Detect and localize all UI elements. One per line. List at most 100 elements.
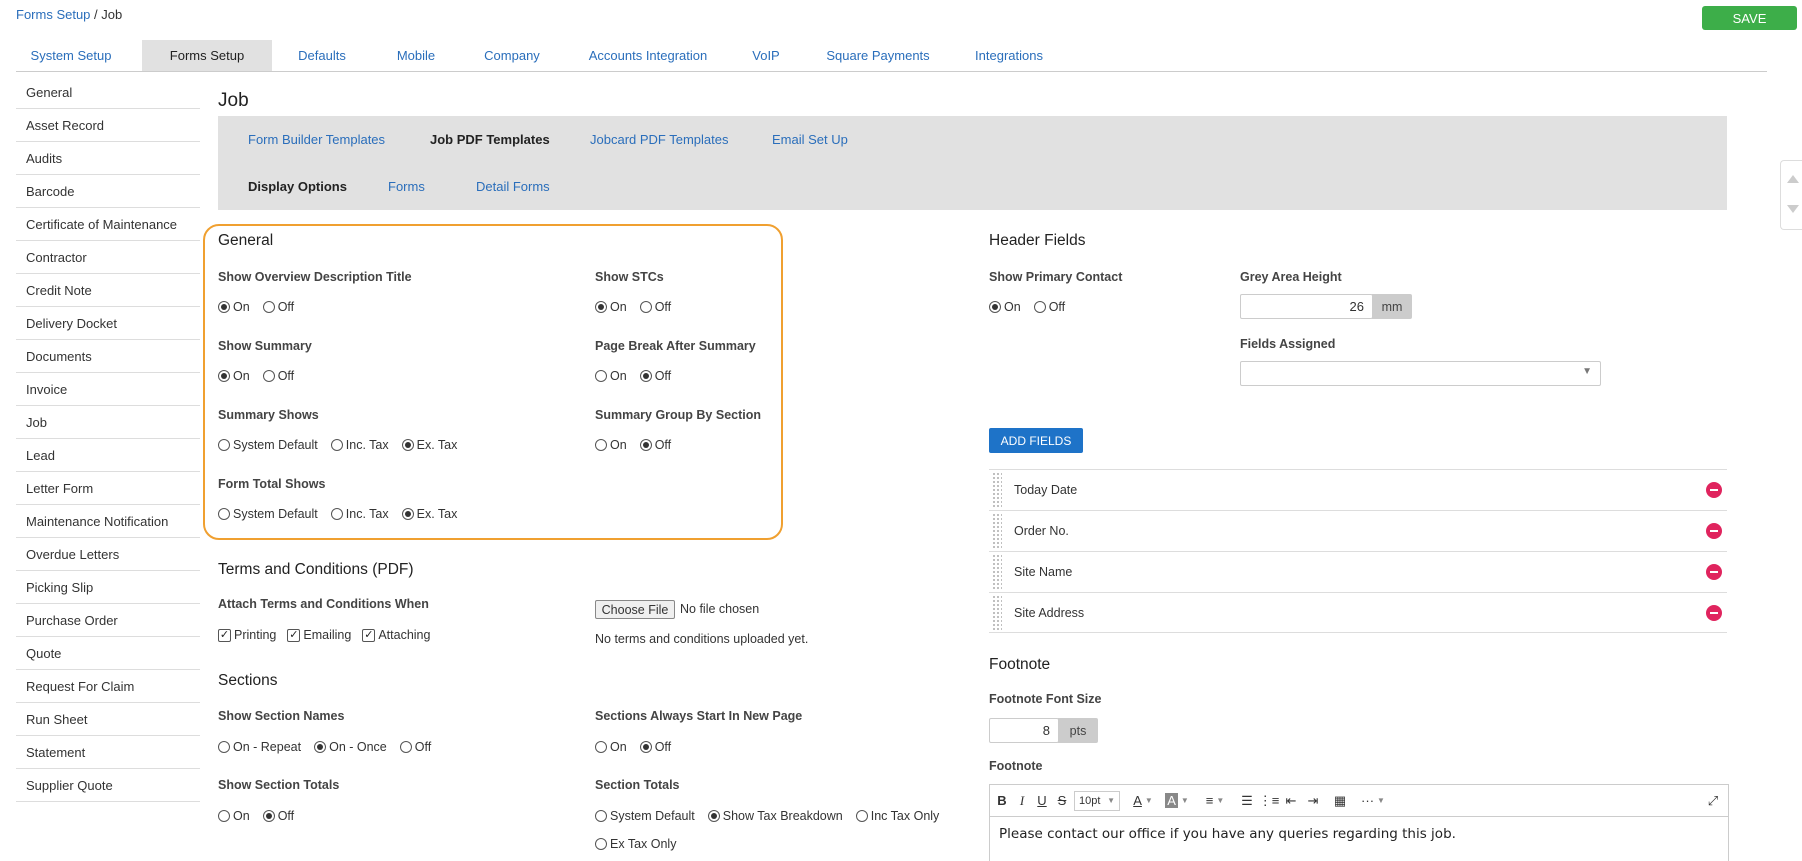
radio-button[interactable]: [595, 741, 607, 753]
sidebar-item-lead[interactable]: Lead: [16, 439, 200, 472]
sidebar-item-general[interactable]: General: [16, 76, 200, 109]
radio-button[interactable]: [218, 370, 230, 382]
radio-button[interactable]: [707, 810, 720, 822]
italic-icon[interactable]: I: [1014, 791, 1030, 811]
tab-voip[interactable]: VoIP: [731, 40, 801, 71]
sidebar-item-statement[interactable]: Statement: [16, 736, 200, 769]
remove-icon[interactable]: [1706, 605, 1722, 621]
sidebar-item-run-sheet[interactable]: Run Sheet: [16, 703, 200, 736]
sidebar-item-documents[interactable]: Documents: [16, 340, 200, 373]
radio-button[interactable]: [989, 301, 1001, 313]
sidebar-item-contractor[interactable]: Contractor: [16, 241, 200, 274]
tab-form-builder-templates[interactable]: Form Builder Templates: [248, 132, 385, 147]
radio-button[interactable]: [595, 370, 607, 382]
section-totals-inc-tax-only-option[interactable]: Inc Tax Only: [855, 809, 939, 823]
printing-option[interactable]: ✓ Printing: [218, 628, 276, 642]
tab-job-pdf-templates[interactable]: Job PDF Templates: [430, 132, 550, 147]
outdent-icon[interactable]: ⇤: [1282, 791, 1300, 811]
radio-button[interactable]: [639, 301, 652, 313]
show-stcs-off-option[interactable]: Off: [639, 300, 671, 314]
numbered-list-icon[interactable]: ⋮≡: [1259, 791, 1280, 811]
choose-file-button[interactable]: Choose File: [595, 600, 675, 619]
sidebar-item-picking-slip[interactable]: Picking Slip: [16, 571, 200, 604]
form-total-inc-tax-option[interactable]: Inc. Tax: [330, 507, 389, 521]
sidebar-item-certificate-of-maintenance[interactable]: Certificate of Maintenance: [16, 208, 200, 241]
primary-contact-on-option[interactable]: On: [989, 300, 1021, 314]
remove-icon[interactable]: [1706, 523, 1722, 539]
radio-button[interactable]: [330, 508, 343, 520]
bold-icon[interactable]: B: [994, 791, 1010, 811]
show-overview-off-option[interactable]: Off: [262, 300, 294, 314]
attaching-option[interactable]: ✓ Attaching: [362, 628, 430, 642]
tab-company[interactable]: Company: [462, 40, 562, 71]
sidebar-item-job[interactable]: Job: [16, 406, 200, 439]
section-names-on-once-option[interactable]: On - Once: [314, 740, 387, 754]
tab-integrations[interactable]: Integrations: [954, 40, 1064, 71]
tab-email-set-up[interactable]: Email Set Up: [772, 132, 848, 147]
emailing-option[interactable]: ✓ Emailing: [287, 628, 351, 642]
page-break-off-option[interactable]: Off: [639, 369, 671, 383]
section-names-off-option[interactable]: Off: [399, 740, 431, 754]
sidebar-item-overdue-letters[interactable]: Overdue Letters: [16, 538, 200, 571]
radio-button[interactable]: [262, 810, 275, 822]
drag-handle-icon[interactable]: [992, 513, 1002, 550]
tab-system-setup[interactable]: System Setup: [16, 40, 126, 71]
radio-button[interactable]: [218, 439, 230, 451]
fullscreen-icon[interactable]: ⤢: [1704, 791, 1722, 811]
sections-new-page-on-option[interactable]: On: [595, 740, 627, 754]
radio-button[interactable]: [218, 741, 230, 753]
section-totals-off-option[interactable]: Off: [262, 809, 294, 823]
tab-accounts-integration[interactable]: Accounts Integration: [568, 40, 728, 71]
show-stcs-on-option[interactable]: On: [595, 300, 627, 314]
drag-handle-icon[interactable]: [992, 595, 1002, 632]
radio-button[interactable]: [1033, 301, 1046, 313]
save-button[interactable]: SAVE: [1702, 6, 1797, 30]
sidebar-item-audits[interactable]: Audits: [16, 142, 200, 175]
summary-group-off-option[interactable]: Off: [639, 438, 671, 452]
tab-forms-setup[interactable]: Forms Setup: [142, 40, 272, 71]
tab-jobcard-pdf-templates[interactable]: Jobcard PDF Templates: [590, 132, 729, 147]
breadcrumb-link-forms-setup[interactable]: Forms Setup: [16, 7, 90, 22]
radio-button[interactable]: [330, 439, 343, 451]
indent-icon[interactable]: ⇥: [1304, 791, 1322, 811]
attaching-checkbox[interactable]: ✓: [362, 628, 376, 642]
drag-handle-icon[interactable]: [992, 554, 1002, 591]
section-totals-show-tax-breakdown-option[interactable]: Show Tax Breakdown: [707, 809, 843, 823]
sidebar-item-maintenance-notification[interactable]: Maintenance Notification: [16, 505, 200, 538]
show-summary-off-option[interactable]: Off: [262, 369, 294, 383]
font-size-select[interactable]: 10pt ▼: [1074, 790, 1120, 811]
tab-square-payments[interactable]: Square Payments: [808, 40, 948, 71]
summary-shows-system-default-option[interactable]: System Default: [218, 438, 318, 452]
form-total-ex-tax-option[interactable]: Ex. Tax: [401, 507, 457, 521]
sections-new-page-off-option[interactable]: Off: [639, 740, 671, 754]
sidebar-item-credit-note[interactable]: Credit Note: [16, 274, 200, 307]
tab-detail-forms[interactable]: Detail Forms: [476, 179, 550, 194]
tab-mobile[interactable]: Mobile: [371, 40, 461, 71]
remove-icon[interactable]: [1706, 564, 1722, 580]
section-totals-ex-tax-only-option[interactable]: Ex Tax Only: [595, 837, 676, 851]
grey-area-height-input[interactable]: 26: [1240, 294, 1373, 319]
tab-forms[interactable]: Forms: [388, 179, 425, 194]
sidebar-item-asset-record[interactable]: Asset Record: [16, 109, 200, 142]
strikethrough-icon[interactable]: S: [1054, 791, 1070, 811]
summary-shows-ex-tax-option[interactable]: Ex. Tax: [401, 438, 457, 452]
sidebar-item-request-for-claim[interactable]: Request For Claim: [16, 670, 200, 703]
primary-contact-off-option[interactable]: Off: [1033, 300, 1065, 314]
sidebar-item-letter-form[interactable]: Letter Form: [16, 472, 200, 505]
tab-defaults[interactable]: Defaults: [278, 40, 366, 71]
remove-icon[interactable]: [1706, 482, 1722, 498]
radio-button[interactable]: [639, 370, 652, 382]
form-total-system-default-option[interactable]: System Default: [218, 507, 318, 521]
radio-button[interactable]: [595, 301, 607, 313]
radio-button[interactable]: [639, 439, 652, 451]
radio-button[interactable]: [262, 301, 275, 313]
add-fields-button[interactable]: ADD FIELDS: [989, 428, 1083, 453]
radio-button[interactable]: [595, 810, 607, 822]
underline-icon[interactable]: U: [1034, 791, 1050, 811]
font-color-icon[interactable]: A ▼: [1128, 791, 1158, 811]
scroll-up-icon[interactable]: [1787, 175, 1799, 183]
highlight-color-icon[interactable]: A ▼: [1162, 791, 1192, 811]
radio-button[interactable]: [314, 741, 327, 753]
emailing-checkbox[interactable]: ✓: [287, 628, 301, 642]
summary-shows-inc-tax-option[interactable]: Inc. Tax: [330, 438, 389, 452]
